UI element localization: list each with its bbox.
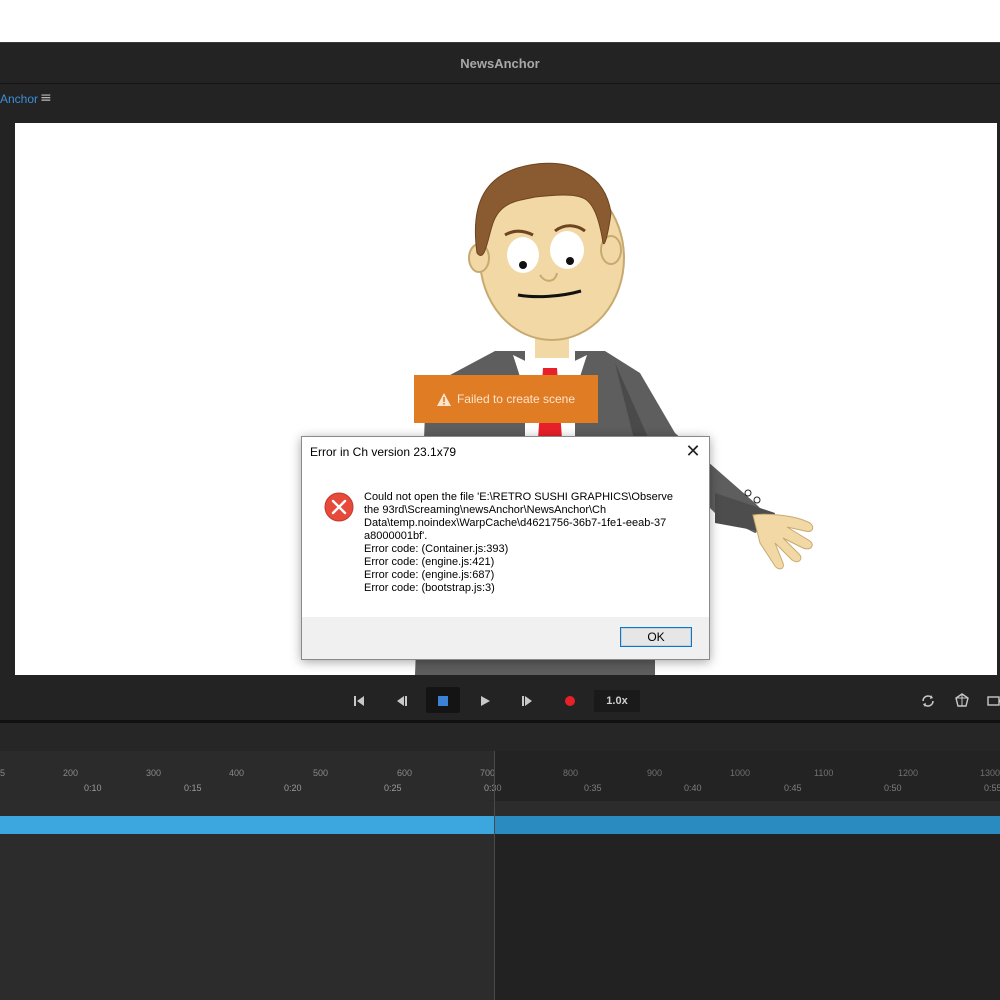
- camera-icon[interactable]: [982, 688, 1000, 714]
- puppet-icon[interactable]: [949, 688, 975, 714]
- frame-label: 200: [63, 768, 79, 778]
- frame-label: 600: [397, 768, 413, 778]
- frame-label: 500: [313, 768, 329, 778]
- playhead[interactable]: [494, 751, 495, 1000]
- message-line: Error code: (engine.js:421): [364, 556, 495, 568]
- close-icon[interactable]: ✕: [684, 443, 702, 461]
- frame-label: 5: [0, 768, 6, 778]
- time-label: 0:25: [384, 783, 402, 793]
- scene-track-bar[interactable]: [0, 816, 494, 834]
- error-toast: Failed to create scene: [414, 375, 598, 423]
- message-line: Error code: (Container.js:393): [364, 543, 509, 555]
- panel-tab-anchor[interactable]: Anchor: [0, 92, 38, 106]
- message-line: the 93rd\Screaming\newsAnchor\NewsAnchor…: [364, 504, 607, 516]
- toast-text: Failed to create scene: [456, 392, 576, 406]
- transport-bar: 1.0x: [0, 682, 1000, 720]
- stop-icon[interactable]: [430, 688, 456, 714]
- time-label: 0:15: [184, 783, 202, 793]
- scene-panel-header: Anchor ≡: [0, 84, 1000, 120]
- hamburger-icon[interactable]: ≡: [40, 90, 52, 106]
- scene-track-bar-out-range[interactable]: [494, 816, 1000, 834]
- go-to-start-icon[interactable]: [346, 688, 372, 714]
- warning-icon: [436, 392, 451, 406]
- timeline-out-range: [494, 834, 1000, 1000]
- dialog-title: Error in Ch version 23.1x79: [310, 445, 457, 459]
- message-line: Data\temp.noindex\WarpCache\d4621756-36b…: [364, 517, 667, 529]
- top-whitespace: [0, 0, 1000, 42]
- time-label: 0:10: [84, 783, 102, 793]
- dialog-message: Could not open the file 'E:\RETRO SUSHI …: [364, 491, 694, 595]
- record-icon[interactable]: [557, 688, 583, 714]
- error-dialog: Error in Ch version 23.1x79 ✕ Could not …: [301, 436, 710, 660]
- app-title: NewsAnchor: [460, 56, 540, 71]
- timeline-header: [0, 723, 1000, 751]
- frame-label: 300: [146, 768, 162, 778]
- message-line: Could not open the file 'E:\RETRO SUSHI …: [364, 491, 673, 503]
- step-forward-icon[interactable]: [514, 688, 540, 714]
- play-icon[interactable]: [472, 688, 498, 714]
- timeline-ruler-out-range: [494, 751, 1000, 801]
- message-line: a8000001bf'.: [364, 530, 428, 542]
- ok-button[interactable]: OK: [620, 627, 692, 647]
- refresh-icon[interactable]: [915, 688, 941, 714]
- frame-label: 700: [480, 768, 496, 778]
- message-line: Error code: (engine.js:687): [364, 569, 495, 581]
- time-label: 0:20: [284, 783, 302, 793]
- dialog-footer: OK: [302, 617, 709, 659]
- message-line: Error code: (bootstrap.js:3): [364, 582, 495, 594]
- app-titlebar: NewsAnchor: [0, 42, 1000, 84]
- frame-label: 400: [229, 768, 245, 778]
- error-icon: [324, 492, 354, 526]
- step-back-icon[interactable]: [389, 688, 415, 714]
- playback-speed[interactable]: 1.0x: [594, 690, 640, 712]
